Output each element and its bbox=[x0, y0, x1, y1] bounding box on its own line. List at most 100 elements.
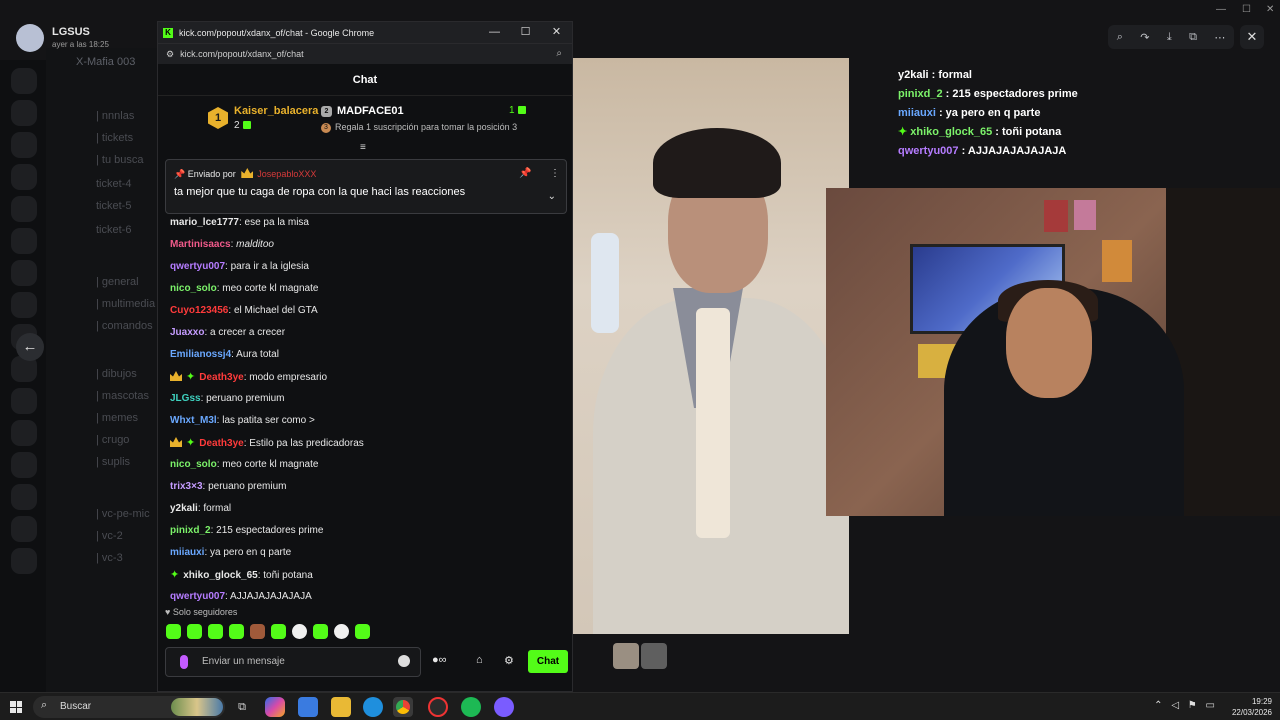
channel-item[interactable]: | tickets bbox=[96, 132, 133, 144]
server-icon[interactable] bbox=[11, 100, 37, 126]
message-input[interactable]: Enviar un mensaje bbox=[165, 647, 421, 677]
emote[interactable] bbox=[271, 624, 286, 639]
emote[interactable] bbox=[334, 624, 349, 639]
avatar[interactable] bbox=[16, 24, 44, 52]
channel-item[interactable]: | mascotas bbox=[96, 390, 149, 402]
emote[interactable] bbox=[187, 624, 202, 639]
unpin-icon[interactable]: 📌 bbox=[519, 168, 531, 179]
emote[interactable] bbox=[208, 624, 223, 639]
chat-username[interactable]: JLGss bbox=[170, 393, 201, 404]
window-close-icon[interactable]: ✕ bbox=[541, 22, 572, 43]
pinned-user[interactable]: JosepabloXXX bbox=[257, 169, 316, 179]
chat-username[interactable]: mario_lce1777 bbox=[170, 217, 239, 228]
chrome-icon[interactable] bbox=[393, 697, 413, 717]
discord-icon[interactable] bbox=[494, 697, 514, 717]
server-icon[interactable] bbox=[11, 164, 37, 190]
back-arrow-icon[interactable]: ← bbox=[16, 333, 44, 361]
microphone-icon[interactable] bbox=[180, 655, 188, 669]
channel-item[interactable]: | vc-3 bbox=[96, 552, 123, 564]
server-icon[interactable] bbox=[11, 484, 37, 510]
store-app-icon[interactable] bbox=[298, 697, 318, 717]
chat-username[interactable]: Death3ye bbox=[199, 438, 243, 449]
minimize-icon[interactable]: — bbox=[1216, 4, 1226, 15]
chat-username[interactable]: y2kali bbox=[170, 503, 198, 514]
channel-item[interactable]: | vc-pe-mic bbox=[96, 508, 150, 520]
emote[interactable] bbox=[166, 624, 181, 639]
channel-item[interactable]: | suplis bbox=[96, 456, 130, 468]
chat-username[interactable]: Martinisaacs bbox=[170, 239, 231, 250]
collapse-icon[interactable]: ≡ bbox=[360, 142, 366, 153]
emote[interactable] bbox=[292, 624, 307, 639]
chat-username[interactable]: xhiko_glock_65 bbox=[183, 570, 257, 581]
close-icon[interactable]: ✕ bbox=[1240, 25, 1264, 49]
server-icon[interactable] bbox=[11, 196, 37, 222]
file-explorer-icon[interactable] bbox=[331, 697, 351, 717]
leader-first-name[interactable]: Kaiser_balacera bbox=[234, 105, 318, 117]
reply-icon[interactable]: ↷ bbox=[1140, 31, 1149, 44]
chat-username[interactable]: pinixd_2 bbox=[170, 525, 211, 536]
server-icon[interactable] bbox=[11, 516, 37, 542]
channel-item[interactable]: X-Mafia 003 bbox=[76, 56, 135, 68]
send-chat-button[interactable]: Chat bbox=[528, 650, 568, 673]
taskbar-search[interactable]: ⌕ Buscar bbox=[33, 696, 225, 718]
pinned-message[interactable]: 📌 Enviado por JosepabloXXX ta mejor que … bbox=[165, 159, 567, 214]
server-icon[interactable] bbox=[11, 548, 37, 574]
leader-second-name[interactable]: MADFACE01 bbox=[337, 105, 404, 117]
server-icon[interactable] bbox=[11, 260, 37, 286]
channel-item[interactable]: | dibujos bbox=[96, 368, 137, 380]
channel-item[interactable]: | crugo bbox=[96, 434, 129, 446]
chat-username[interactable]: qwertyu007 bbox=[170, 261, 225, 272]
channel-item[interactable]: | memes bbox=[96, 412, 138, 424]
server-icon[interactable] bbox=[11, 452, 37, 478]
channel-item[interactable]: | vc-2 bbox=[96, 530, 123, 542]
channel-item[interactable]: | tu busca bbox=[96, 154, 144, 166]
chevron-down-icon[interactable]: ⌄ bbox=[548, 191, 556, 202]
emote[interactable] bbox=[229, 624, 244, 639]
thumbnail[interactable] bbox=[641, 643, 667, 669]
server-icon[interactable] bbox=[11, 68, 37, 94]
taskbar-clock[interactable]: 19:29 22/03/2026 bbox=[1232, 696, 1272, 718]
server-icon[interactable] bbox=[11, 420, 37, 446]
maximize-icon[interactable]: ☐ bbox=[510, 22, 541, 43]
minimize-icon[interactable]: — bbox=[479, 22, 510, 43]
emote[interactable] bbox=[313, 624, 328, 639]
server-icon[interactable] bbox=[11, 132, 37, 158]
zoom-icon[interactable]: ⌕ bbox=[556, 48, 562, 59]
chat-username[interactable]: miiauxi bbox=[170, 547, 204, 558]
open-external-icon[interactable]: ⧉ bbox=[1189, 31, 1197, 44]
more-icon[interactable]: ⋮ bbox=[550, 168, 560, 179]
maximize-icon[interactable]: ☐ bbox=[1242, 4, 1251, 15]
chat-username[interactable]: Emilianossj4 bbox=[170, 349, 231, 360]
channel-item[interactable]: | comandos bbox=[96, 320, 153, 332]
spotify-icon[interactable] bbox=[461, 697, 481, 717]
window-close-icon[interactable]: ✕ bbox=[1266, 4, 1274, 15]
copilot-icon[interactable] bbox=[265, 697, 285, 717]
channel-item[interactable]: ticket-4 bbox=[96, 178, 131, 190]
server-icon[interactable] bbox=[11, 292, 37, 318]
chat-username[interactable]: nico_solo bbox=[170, 283, 217, 294]
store-icon[interactable]: ⌂ bbox=[476, 654, 483, 666]
download-icon[interactable]: ⤓ bbox=[1167, 31, 1172, 44]
channel-item[interactable]: | general bbox=[96, 276, 139, 288]
chat-username[interactable]: Whxt_M3l bbox=[170, 415, 217, 426]
system-tray[interactable]: ⌃ ◁ ⚑ ▭ bbox=[1154, 700, 1218, 711]
gear-icon[interactable]: ⚙ bbox=[504, 654, 514, 667]
windows-start-icon[interactable] bbox=[10, 701, 22, 713]
edge-icon[interactable] bbox=[363, 697, 383, 717]
chat-username[interactable]: Death3ye bbox=[199, 372, 243, 383]
channel-item[interactable]: ticket-6 bbox=[96, 224, 131, 236]
emoji-icon[interactable] bbox=[398, 655, 410, 667]
channel-item[interactable]: | nnnlas bbox=[96, 110, 134, 122]
site-settings-icon[interactable]: ⚙ bbox=[166, 49, 174, 60]
chat-username[interactable]: Juaxxo bbox=[170, 327, 204, 338]
server-icon[interactable] bbox=[11, 388, 37, 414]
channel-item[interactable]: | multimedia bbox=[96, 298, 155, 310]
chat-username[interactable]: qwertyu007 bbox=[170, 591, 225, 602]
window-titlebar[interactable]: K kick.com/popout/xdanx_of/chat - Google… bbox=[158, 22, 572, 43]
address-bar[interactable]: ⚙ kick.com/popout/xdanx_of/chat ⌕ bbox=[158, 43, 572, 64]
zoom-in-icon[interactable]: ⌕ bbox=[1117, 31, 1123, 44]
emote[interactable] bbox=[355, 624, 370, 639]
chat-username[interactable]: Cuyo123456 bbox=[170, 305, 228, 316]
chat-username[interactable]: trix3×3 bbox=[170, 481, 203, 492]
channel-item[interactable]: ticket-5 bbox=[96, 200, 131, 212]
